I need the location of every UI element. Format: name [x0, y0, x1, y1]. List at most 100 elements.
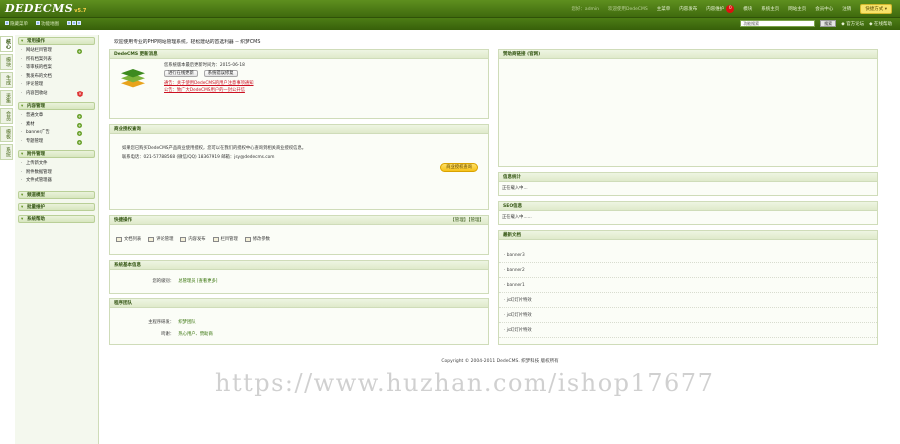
quick-comments[interactable]: 评论管理: [148, 236, 173, 242]
team-key: 鸣谢：: [161, 332, 174, 337]
menu-item[interactable]: 普通文章 +: [15, 112, 98, 121]
nav-content-publish[interactable]: 内容发布: [679, 6, 697, 12]
menu-item[interactable]: 评论管理: [15, 81, 98, 90]
add-icon[interactable]: +: [77, 139, 82, 145]
team-panel: 程序团队 主程序研发： 织梦团队 鸣谢： 热心用户、赞助商: [109, 298, 489, 345]
menu-item[interactable]: 网站栏目管理 +: [15, 47, 98, 56]
tab-collect[interactable]: 采集: [0, 90, 13, 106]
quick-publish[interactable]: 内容发布: [180, 236, 206, 242]
function-map-label: 功能地图: [41, 22, 59, 27]
latest-doc-link[interactable]: banner1: [499, 278, 877, 293]
sysinfo-panel: 系统基本信息 您的级别： 总管理员 [查看更多]: [109, 260, 489, 294]
hide-menu-label: 隐藏菜单: [10, 22, 28, 27]
top-header: DEDECMS v5.7 您好：admin 欢迎使用DedeCMS 主菜单 内容…: [0, 0, 900, 18]
latest-doc-link[interactable]: banner2: [499, 263, 877, 278]
quick-columns[interactable]: 栏目管理: [212, 236, 238, 242]
tab-templates[interactable]: 模板: [0, 126, 13, 142]
team-value[interactable]: 热心用户、赞助商: [178, 332, 212, 337]
nav-member-center[interactable]: 会员中心: [815, 6, 833, 12]
quick-settings[interactable]: 修改参数: [244, 236, 270, 242]
menu-item[interactable]: 素材 +: [15, 121, 98, 130]
hide-menu-icon: [5, 21, 9, 25]
notify-badge[interactable]: 0: [726, 5, 735, 13]
menu-item-label: 网站栏目管理: [26, 48, 52, 53]
tab-system[interactable]: 系统: [0, 144, 13, 160]
menu-item[interactable]: 上传新文件: [15, 160, 98, 169]
function-map-button[interactable]: 功能地图: [36, 21, 59, 27]
tab-core[interactable]: 核心: [0, 36, 13, 52]
repair-button[interactable]: 系统错误修复: [203, 70, 238, 77]
online-update-button[interactable]: 进行在线更新: [164, 70, 198, 77]
quick-menu-button[interactable]: 快捷方式 ▾: [860, 4, 892, 14]
menu-item[interactable]: 等审核的档案: [15, 64, 98, 73]
grid-icon: [67, 21, 71, 25]
welcome-text: 欢迎使用专业的PHP网站管理系统，轻松建站的首选利器 -- 织梦CMS: [114, 40, 261, 45]
notice-link[interactable]: 通告：关于使用DedeCMS的用户注意事项通知: [164, 80, 254, 86]
logo-version: v5.7: [74, 8, 87, 14]
layout-icons[interactable]: [67, 21, 82, 27]
sponsor-links-panel: 赞助商链接 (官网): [498, 49, 878, 167]
menu-item-label: 内容回收站: [26, 90, 48, 96]
shield-icon[interactable]: ✕: [77, 91, 83, 97]
map-icon: [36, 21, 40, 25]
folder-icon: [212, 236, 219, 242]
menu-group-help[interactable]: 系统帮助: [18, 214, 95, 223]
menu-item[interactable]: 专题管理 +: [15, 138, 98, 147]
nav-site-home[interactable]: 网站主页: [788, 6, 806, 12]
info-panel-title: 信息统计: [499, 173, 877, 182]
menu-item[interactable]: 附件数据管理: [15, 169, 98, 178]
menu-item[interactable]: 内容回收站 ✕: [15, 90, 98, 99]
comment-icon: [148, 236, 155, 242]
menu-item[interactable]: 所有档案列表: [15, 56, 98, 65]
tab-modules[interactable]: 模块: [0, 54, 13, 70]
logo[interactable]: DEDECMS v5.7: [5, 2, 86, 16]
quick-panel-title: 快捷操作 【管理】【管理】: [110, 216, 488, 225]
latest-doc-link[interactable]: js幻灯片特效: [499, 308, 877, 323]
add-icon[interactable]: +: [77, 131, 82, 136]
latest-doc-link[interactable]: js幻灯片特效: [499, 323, 877, 338]
search-button[interactable]: 搜索: [820, 20, 837, 27]
quick-panel-actions[interactable]: 【管理】【管理】: [450, 216, 484, 225]
menu-item-label: 素材: [26, 121, 35, 127]
hide-menu-button[interactable]: 隐藏菜单: [5, 21, 28, 27]
forum-link[interactable]: ◆ 官方论坛: [841, 21, 864, 27]
grid-icon: [72, 21, 76, 25]
quick-label: 评论管理: [156, 237, 174, 242]
team-value[interactable]: 织梦团队: [178, 320, 195, 325]
add-icon[interactable]: +: [77, 122, 82, 128]
menu-group-common[interactable]: 常用操作: [18, 37, 95, 45]
nav-modules[interactable]: 模块: [743, 6, 752, 12]
menu-item[interactable]: banner广告 +: [15, 129, 98, 138]
add-icon[interactable]: +: [77, 49, 82, 54]
menu-group-channel-models[interactable]: 频道模型: [18, 190, 95, 199]
nav-system-home[interactable]: 系统主页: [761, 6, 779, 12]
seo-panel: SEO信息 正在载入中......: [498, 201, 878, 225]
latest-doc-link[interactable]: js幻灯片特效: [499, 293, 877, 308]
menu-group-content[interactable]: 内容管理: [18, 102, 95, 110]
menu-item[interactable]: 文件式管理器: [15, 177, 98, 186]
nav-content-maintain[interactable]: 内容维护: [706, 6, 724, 12]
menu-item[interactable]: 我发布的文档: [15, 73, 98, 82]
add-icon[interactable]: +: [77, 114, 82, 119]
menu-group-attachments[interactable]: 附件管理: [18, 150, 95, 158]
nav-logout[interactable]: 注销: [842, 6, 851, 12]
help-link[interactable]: ◆ 在线帮助: [869, 21, 892, 27]
nav-main-menu[interactable]: 主菜单: [657, 6, 671, 12]
tab-members[interactable]: 会员: [0, 108, 13, 124]
update-panel: DedeCMS 更新消息 您系统版本最后更新时间为：2015-06-18 进行在…: [109, 49, 489, 119]
notice-link[interactable]: 公告：致广大DedeCMS用户的一封公开信: [164, 87, 245, 93]
welcome-label: 欢迎使用DedeCMS: [608, 7, 648, 12]
quick-doc-list[interactable]: 文档列表: [116, 236, 141, 242]
tab-generate[interactable]: 生成: [0, 72, 13, 88]
forum-label: 官方论坛: [846, 21, 865, 27]
function-search-input[interactable]: 功能搜索: [740, 20, 816, 27]
level-key: 您的级别：: [152, 279, 174, 284]
seo-panel-title: SEO信息: [499, 202, 877, 211]
menu-item-label: 附件数据管理: [26, 169, 52, 175]
menu-group-batch[interactable]: 批量维护: [18, 202, 95, 211]
latest-doc-link[interactable]: banner3: [499, 248, 877, 263]
auth-query-button[interactable]: 商业授权查询: [440, 163, 478, 172]
quick-label: 栏目管理: [220, 237, 238, 242]
level-value[interactable]: 总管理员 [查看更多]: [178, 279, 217, 284]
quick-label: 内容发布: [188, 237, 206, 242]
